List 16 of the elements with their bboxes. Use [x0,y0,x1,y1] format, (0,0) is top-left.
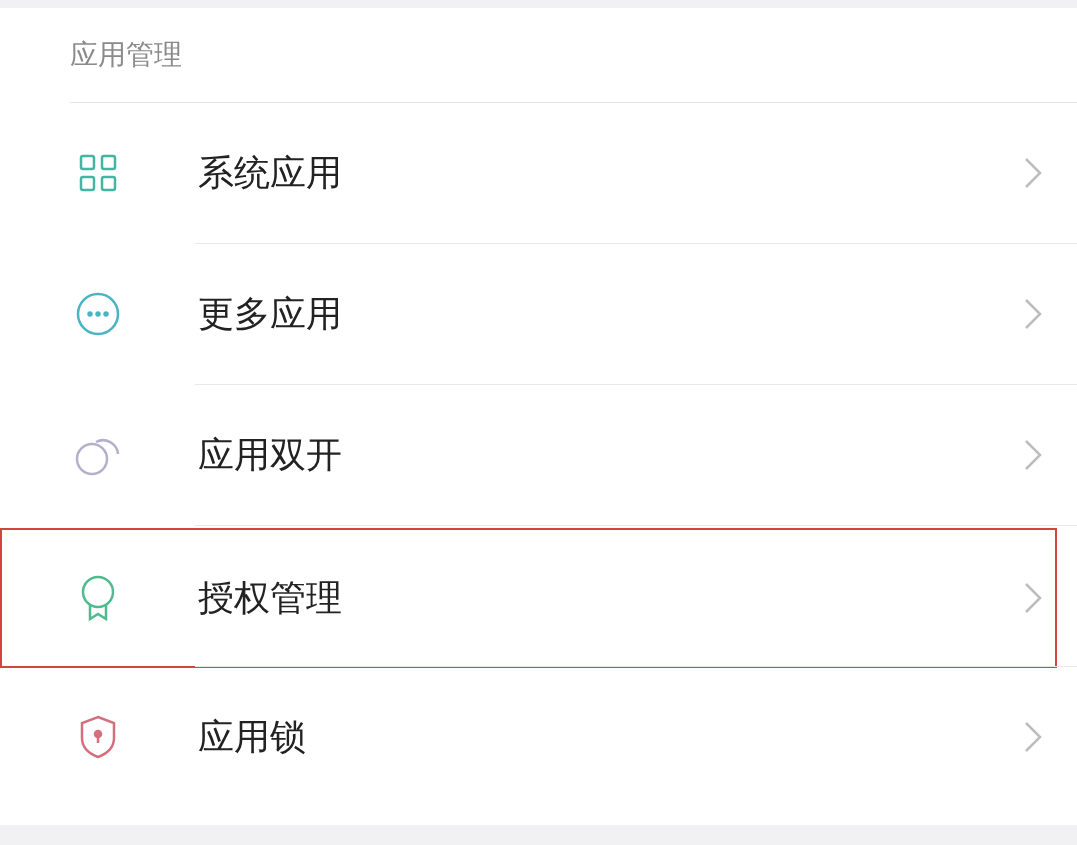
settings-row[interactable]: 应用锁 [0,667,1057,807]
row-label: 更多应用 [198,292,343,336]
settings-row[interactable]: 授权管理 [0,528,1057,668]
row-label: 授权管理 [198,576,343,620]
chevron-right-icon [1023,581,1043,615]
chevron-right-icon [1023,720,1043,754]
row-label: 系统应用 [198,151,343,195]
section-title: 应用管理 [70,37,182,73]
chevron-right-icon [1023,297,1043,331]
settings-row[interactable]: 更多应用 [0,244,1057,384]
chevron-right-icon [1023,438,1043,472]
settings-row[interactable]: 系统应用 [0,103,1057,243]
chevron-right-icon [1023,156,1043,190]
row-label: 应用双开 [198,433,343,477]
settings-row[interactable]: 应用双开 [0,385,1057,525]
row-label: 应用锁 [198,715,307,759]
